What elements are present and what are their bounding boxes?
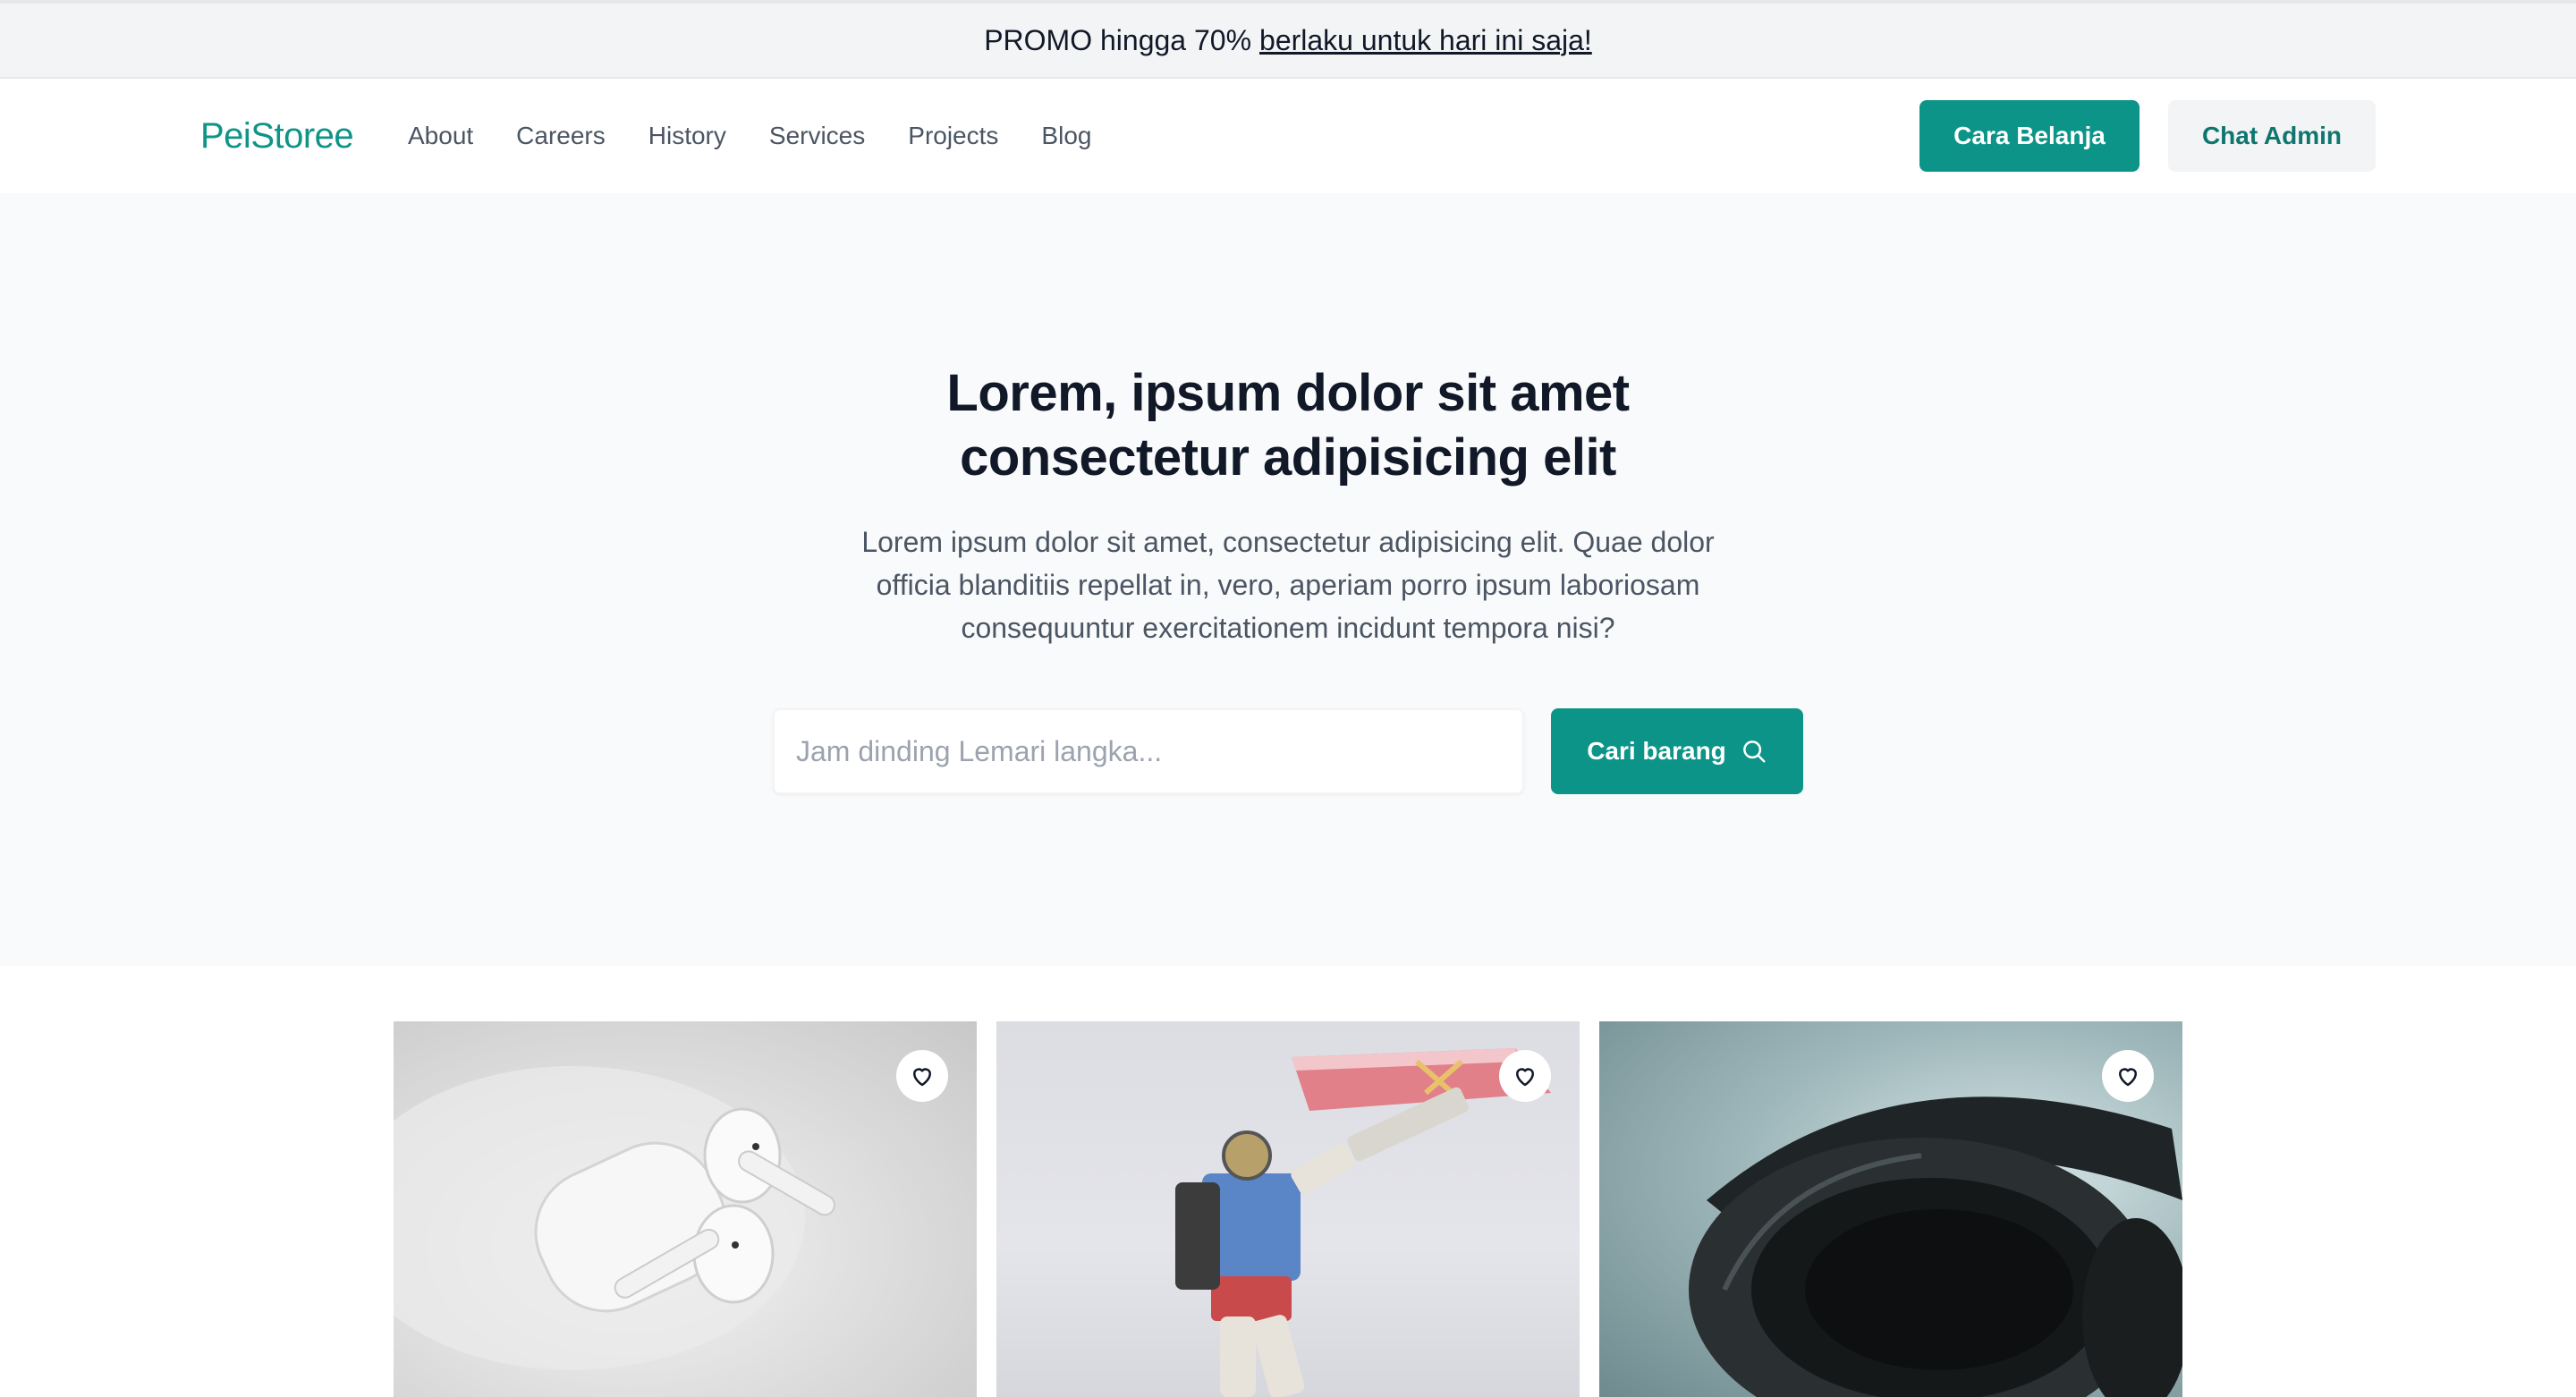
- earbuds-image: [394, 1066, 835, 1370]
- hero-title: Lorem, ipsum dolor sit amet consectetur …: [751, 361, 1825, 490]
- promo-bar: PROMO hingga 70% berlaku untuk hari ini …: [0, 0, 2576, 79]
- hero-section: Lorem, ipsum dolor sit amet consectetur …: [0, 193, 2576, 966]
- robot-figure-image: [1175, 1048, 1551, 1397]
- hero-title-line-2: consectetur adipisicing elit: [960, 428, 1616, 487]
- hero-title-line-1: Lorem, ipsum dolor sit amet: [946, 364, 1630, 422]
- nav-link-about[interactable]: About: [408, 122, 473, 150]
- chat-admin-button[interactable]: Chat Admin: [2168, 100, 2376, 172]
- search-icon: [1742, 741, 1766, 763]
- heart-icon: [1516, 1068, 1534, 1087]
- nav-link-projects[interactable]: Projects: [908, 122, 998, 150]
- hero-subtitle-line-3: consequuntur exercitationem incidunt tem…: [961, 612, 1615, 644]
- favorite-button[interactable]: [896, 1050, 948, 1102]
- heart-icon: [913, 1068, 931, 1087]
- headphones-image: [1689, 1096, 2182, 1397]
- hero-subtitle: Lorem ipsum dolor sit amet, consectetur …: [805, 521, 1771, 649]
- favorite-button[interactable]: [1499, 1050, 1551, 1102]
- favorite-button[interactable]: [2102, 1050, 2154, 1102]
- nav-links: About Careers History Services Projects …: [408, 79, 1091, 193]
- promo-text: PROMO hingga 70%: [984, 23, 1252, 56]
- product-card[interactable]: [996, 1021, 1580, 1397]
- cara-belanja-button[interactable]: Cara Belanja: [1919, 100, 2140, 172]
- search-input[interactable]: [773, 708, 1524, 794]
- search-button[interactable]: Cari barang: [1551, 708, 1803, 794]
- hero-subtitle-line-2: officia blanditiis repellat in, vero, ap…: [876, 569, 1700, 601]
- hero-subtitle-line-1: Lorem ipsum dolor sit amet, consectetur …: [861, 526, 1715, 558]
- brand-logo[interactable]: PeiStoree: [200, 79, 354, 193]
- product-card[interactable]: [1599, 1021, 2182, 1397]
- nav-link-careers[interactable]: Careers: [516, 122, 606, 150]
- heart-icon: [2119, 1068, 2137, 1087]
- search-button-label: Cari barang: [1587, 737, 1726, 765]
- nav-link-blog[interactable]: Blog: [1041, 122, 1091, 150]
- nav-link-services[interactable]: Services: [769, 122, 865, 150]
- product-card[interactable]: [394, 1021, 977, 1397]
- nav-link-history[interactable]: History: [648, 122, 726, 150]
- promo-link[interactable]: berlaku untuk hari ini saja!: [1259, 24, 1592, 57]
- navbar: PeiStoree About Careers History Services…: [0, 79, 2576, 193]
